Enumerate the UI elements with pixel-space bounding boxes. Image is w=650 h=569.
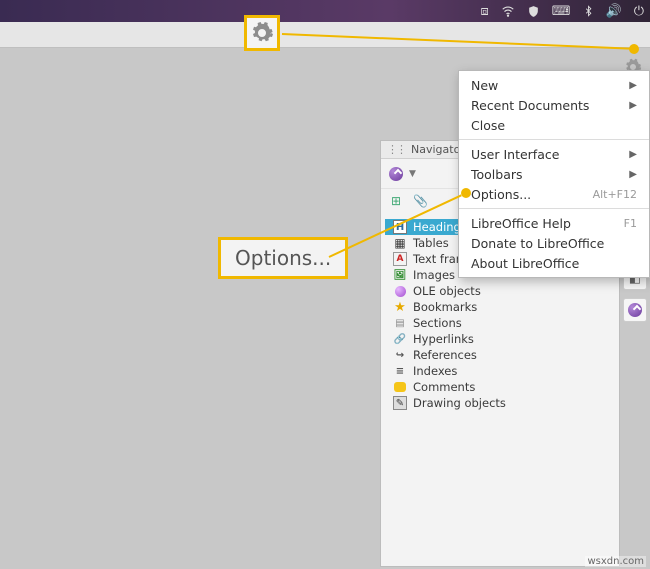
menu-item-donate-to-libreoffice[interactable]: Donate to LibreOffice (459, 233, 649, 253)
keyboard-icon[interactable]: ⌨ (552, 4, 571, 19)
menu-item-label: Close (471, 118, 505, 133)
shield-icon[interactable] (527, 5, 540, 18)
nav-item-label: Images (413, 268, 455, 282)
nav-item-label: OLE objects (413, 284, 481, 298)
dropbox-icon[interactable]: ⧈ (480, 4, 488, 19)
system-panel: ⧈ ⌨ 🔊 ⏻ (0, 0, 650, 22)
menu-item-about-libreoffice[interactable]: About LibreOffice (459, 253, 649, 273)
chevron-down-icon[interactable]: ▼ (409, 169, 416, 179)
menu-item-label: LibreOffice Help (471, 216, 571, 231)
chevron-right-icon: ▶ (629, 100, 637, 111)
menu-item-label: New (471, 78, 498, 93)
compass-icon[interactable] (389, 167, 403, 181)
clip-icon[interactable]: 📎 (413, 194, 428, 208)
menu-item-label: About LibreOffice (471, 256, 579, 271)
menu-item-recent-documents[interactable]: Recent Documents ▶ (459, 95, 649, 115)
menu-item-label: User Interface (471, 147, 559, 162)
chevron-right-icon: ▶ (629, 80, 637, 91)
nav-item-section[interactable]: ▤Sections (385, 315, 615, 331)
menu-item-libreoffice-help[interactable]: LibreOffice Help F1 (459, 213, 649, 233)
nav-item-drawing[interactable]: ✎Drawing objects (385, 395, 615, 411)
nav-item-bookmark[interactable]: ★Bookmarks (385, 299, 615, 315)
menu-item-toolbars[interactable]: Toolbars ▶ (459, 164, 649, 184)
volume-icon[interactable]: 🔊 (606, 4, 622, 19)
menu-item-options[interactable]: Options... Alt+F12 (459, 184, 649, 204)
nav-item-label: References (413, 348, 477, 362)
watermark: wsxdn.com (585, 556, 646, 567)
nav-item-hyperlink[interactable]: 🔗Hyperlinks (385, 331, 615, 347)
menu-separator (459, 208, 649, 209)
power-icon[interactable]: ⏻ (634, 4, 644, 19)
nav-item-label: Tables (413, 236, 449, 250)
callout-options-label: Options... (235, 246, 331, 270)
nav-item-label: Sections (413, 316, 462, 330)
grid-icon[interactable]: ⊞ (391, 194, 401, 208)
menu-shortcut: Alt+F12 (593, 188, 637, 201)
callout-dot-1 (629, 44, 639, 54)
sidebar-tool-compass[interactable] (623, 298, 647, 322)
menu-item-label: Options... (471, 187, 531, 202)
gear-menu: New ▶ Recent Documents ▶ Close User Interface… (458, 70, 650, 278)
nav-item-ole[interactable]: OLE objects (385, 283, 615, 299)
nav-item-label: Bookmarks (413, 300, 477, 314)
chevron-right-icon: ▶ (629, 149, 637, 160)
menu-item-close[interactable]: Close (459, 115, 649, 135)
menu-item-label: Donate to LibreOffice (471, 236, 604, 251)
nav-item-index[interactable]: ≡Indexes (385, 363, 615, 379)
callout-gear (244, 15, 280, 51)
navigator-title: Navigator (411, 143, 465, 156)
nav-item-reference[interactable]: ↪References (385, 347, 615, 363)
menu-separator (459, 139, 649, 140)
nav-item-label: Indexes (413, 364, 457, 378)
menu-shortcut: F1 (624, 217, 637, 230)
menu-item-new[interactable]: New ▶ (459, 75, 649, 95)
menu-item-user-interface[interactable]: User Interface ▶ (459, 144, 649, 164)
nav-item-label: Drawing objects (413, 396, 506, 410)
wifi-icon[interactable] (501, 4, 515, 18)
chevron-right-icon: ▶ (629, 169, 637, 180)
menu-item-label: Recent Documents (471, 98, 589, 113)
grip-icon: ⋮⋮ (387, 143, 405, 156)
bluetooth-icon[interactable] (583, 4, 594, 18)
nav-item-label: Hyperlinks (413, 332, 474, 346)
callout-dot-2 (461, 188, 471, 198)
nav-item-label: Comments (413, 380, 475, 394)
nav-item-comment[interactable]: Comments (385, 379, 615, 395)
menu-item-label: Toolbars (471, 167, 523, 182)
